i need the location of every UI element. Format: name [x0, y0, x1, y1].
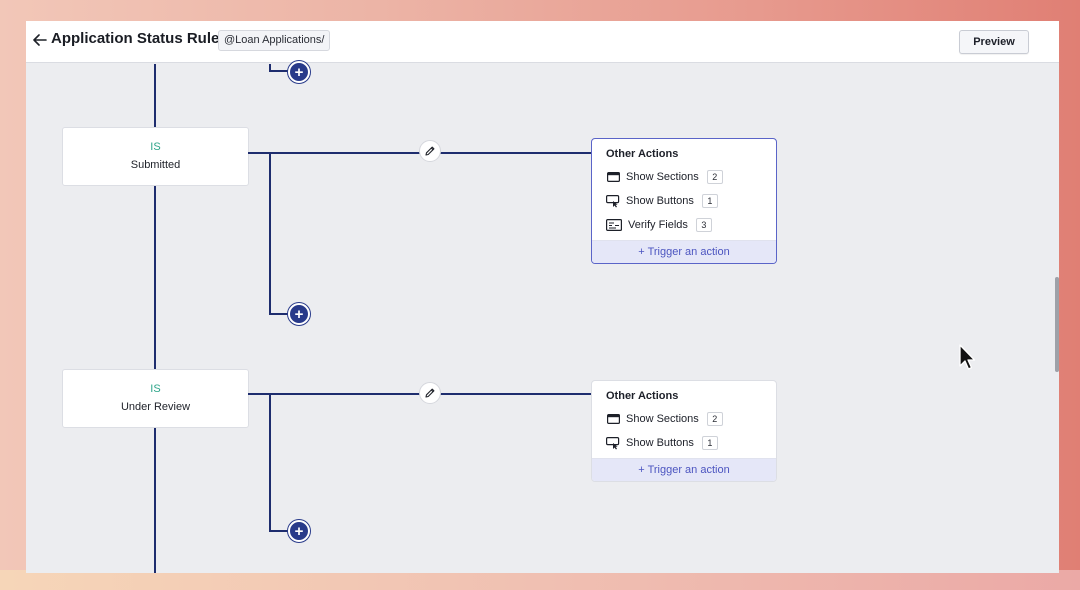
- page-title: Application Status Rule: [51, 30, 220, 47]
- section-icon: [606, 413, 620, 425]
- verify-fields-icon: [606, 219, 622, 231]
- branch-connector-line: [269, 393, 271, 531]
- condition-node-under-review[interactable]: IS Under Review: [62, 369, 249, 428]
- add-action-button[interactable]: +: [288, 520, 310, 542]
- action-item-show-buttons[interactable]: Show Buttons 1: [592, 189, 776, 213]
- action-label: Show Sections: [626, 171, 699, 183]
- action-label: Show Buttons: [626, 195, 694, 207]
- section-icon: [606, 171, 620, 183]
- action-count-badge: 1: [701, 436, 718, 450]
- actions-title: Other Actions: [606, 148, 679, 160]
- condition-operator: IS: [150, 383, 161, 395]
- action-count-badge: 2: [706, 412, 723, 426]
- vertical-scrollbar[interactable]: [1055, 277, 1059, 372]
- action-label: Show Sections: [626, 413, 699, 425]
- back-arrow-icon[interactable]: [31, 31, 49, 49]
- branch-connector-line: [269, 70, 289, 72]
- form-chip[interactable]: @Loan Applications/: [218, 30, 331, 51]
- desktop-background: [0, 570, 1080, 590]
- top-bar: Application Status Rule @Loan Applicatio…: [26, 21, 1059, 63]
- condition-node-submitted[interactable]: IS Submitted: [62, 127, 249, 186]
- add-action-button[interactable]: +: [288, 303, 310, 325]
- branch-connector-line: [269, 152, 271, 314]
- button-icon: [606, 436, 620, 449]
- actions-title: Other Actions: [606, 390, 679, 402]
- action-count-badge: 2: [706, 170, 723, 184]
- action-item-show-buttons[interactable]: Show Buttons 1: [592, 431, 776, 455]
- trigger-action-button[interactable]: + Trigger an action: [592, 240, 776, 263]
- main-connector-line: [154, 428, 156, 573]
- app-window: Application Status Rule @Loan Applicatio…: [26, 21, 1059, 573]
- branch-connector-line: [269, 313, 289, 315]
- branch-connector-line: [269, 530, 289, 532]
- other-actions-card[interactable]: Other Actions Show Sections 2 Show Butto…: [591, 138, 777, 264]
- edit-pencil-icon[interactable]: [419, 140, 441, 162]
- button-icon: [606, 194, 620, 207]
- condition-operator: IS: [150, 141, 161, 153]
- action-item-show-sections[interactable]: Show Sections 2: [592, 165, 776, 189]
- edit-pencil-icon[interactable]: [419, 382, 441, 404]
- condition-value: Submitted: [130, 159, 181, 171]
- workflow-canvas: + IS Submitted + Other Actions Show Sect…: [26, 61, 1059, 573]
- preview-button[interactable]: Preview: [959, 30, 1029, 54]
- other-actions-card[interactable]: Other Actions Show Sections 2 Show Butto…: [591, 380, 777, 482]
- main-connector-line: [154, 186, 156, 369]
- action-count-badge: 1: [701, 194, 718, 208]
- action-label: Verify Fields: [628, 219, 688, 231]
- trigger-action-button[interactable]: + Trigger an action: [592, 458, 776, 481]
- action-item-show-sections[interactable]: Show Sections 2: [592, 407, 776, 431]
- mouse-cursor-icon: [959, 344, 976, 370]
- main-connector-line: [154, 64, 156, 127]
- action-label: Show Buttons: [626, 437, 694, 449]
- action-item-verify-fields[interactable]: Verify Fields 3: [592, 213, 776, 237]
- add-branch-button[interactable]: +: [288, 61, 310, 83]
- condition-value: Under Review: [120, 401, 191, 413]
- action-count-badge: 3: [695, 218, 712, 232]
